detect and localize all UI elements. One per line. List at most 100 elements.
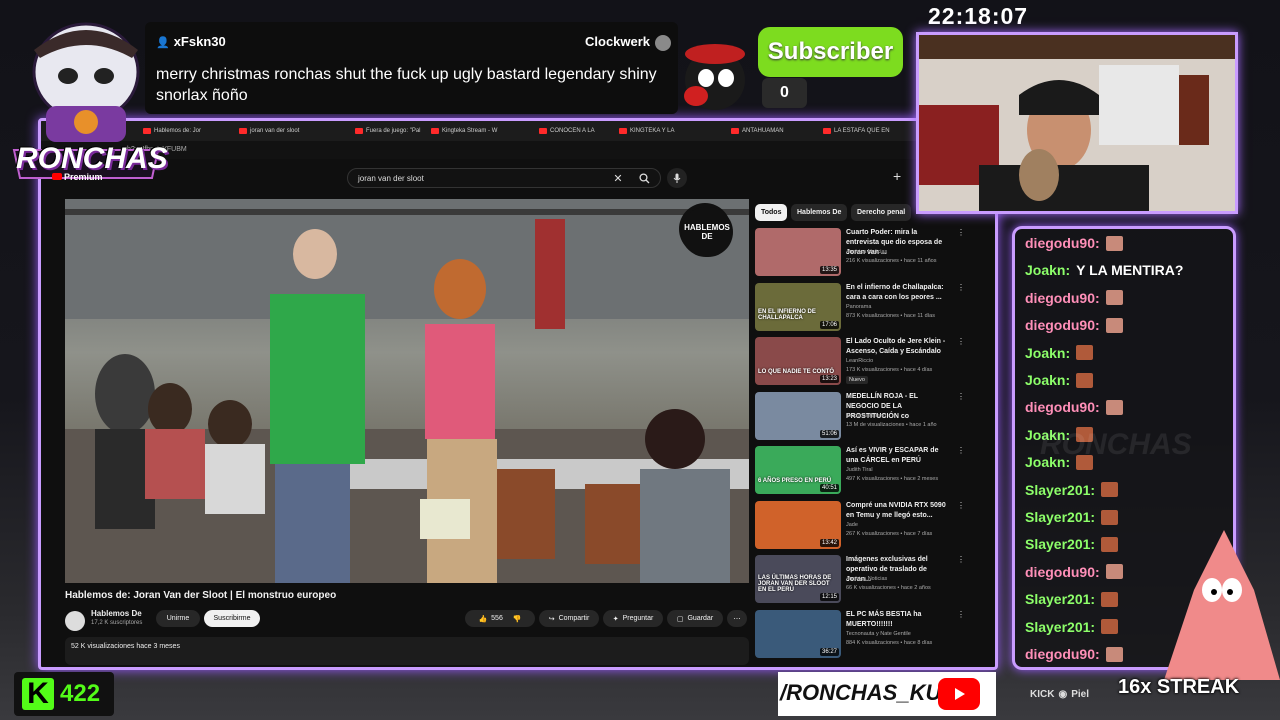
recommended-channel[interactable]: América Noticias (846, 249, 887, 255)
recommended-channel[interactable]: Judith Tiral (846, 467, 873, 473)
video-thumbnail[interactable]: 51:06 (755, 391, 841, 440)
filter-chip[interactable]: Todos (755, 204, 788, 221)
chat-username[interactable]: Slayer201: (1025, 591, 1095, 607)
subscriber-label: Subscriber (767, 38, 894, 65)
recommended-video[interactable]: LO QUE NADIE TE CONTÓ 13:23 El Lado Oculto… (755, 337, 965, 389)
thumbnail-text: EN EL INFIERNO DE CHALLAPALCA (758, 308, 816, 321)
recommended-video[interactable]: 6 AÑOS PRESO EN PERÚ 40:51 Así es VIVIR y … (755, 446, 965, 498)
recommended-video[interactable]: 51:06 MEDELLÍN ROJA - EL NEGOCIO DE LA PR… (755, 391, 965, 444)
premium-label: Premium (64, 172, 103, 182)
chat-message: diegodu90: (1025, 399, 1123, 415)
chat-username[interactable]: Slayer201: (1025, 482, 1095, 498)
chat-emote-icon (1076, 372, 1094, 388)
video-frame-image (65, 199, 749, 583)
browser-tab[interactable]: KINGTEKA Y LA (615, 124, 701, 138)
browser-tab[interactable]: CONOCEN A LA (535, 124, 621, 138)
chat-username[interactable]: Joakn: (1025, 372, 1070, 388)
more-options-icon[interactable]: ⋮ (957, 610, 965, 619)
tab-favicon-icon (239, 128, 247, 134)
browser-tab[interactable]: Fuera de juego: "Pal (351, 124, 437, 138)
description-box[interactable]: 52 K visualizaciones hace 3 meses (65, 637, 749, 665)
chat-username[interactable]: Slayer201: (1025, 536, 1095, 552)
webcam-feed (916, 32, 1238, 214)
recommended-channel[interactable]: Panorama (846, 304, 871, 310)
microphone-icon[interactable] (667, 168, 687, 188)
more-options-icon[interactable]: ⋮ (957, 446, 965, 455)
browser-tab[interactable]: ANTAHUAMAN (727, 124, 813, 138)
more-options-icon[interactable]: ⋮ (957, 283, 965, 292)
more-options-icon[interactable]: ⋮ (957, 337, 965, 346)
subscribe-button[interactable]: Suscribirme (204, 610, 260, 627)
save-button[interactable]: ▢ Guardar (667, 610, 723, 627)
chat-emote-icon (1105, 399, 1123, 415)
ask-button[interactable]: ✦ Preguntar (603, 610, 663, 627)
recommended-title[interactable]: EL PC MÁS BESTIA ha MUERTO!!!!!!! (846, 610, 952, 630)
recommended-title[interactable]: El Lado Oculto de Jere Klein - Ascenso, … (846, 337, 952, 357)
like-button[interactable]: 👍 556 👎 (465, 610, 535, 627)
create-icon[interactable]: + (893, 168, 913, 188)
video-duration: 12:15 (819, 593, 839, 601)
video-thumbnail[interactable]: 13:42 (755, 500, 841, 549)
more-options-icon[interactable]: ⋮ (957, 392, 965, 401)
more-actions-icon[interactable]: ⋯ (727, 610, 747, 627)
filter-chip[interactable]: Derecho penal (851, 204, 912, 221)
youtube-icon (938, 678, 980, 710)
video-player[interactable]: HABLEMOS DE (65, 199, 749, 583)
chat-username[interactable]: Slayer201: (1025, 619, 1095, 635)
recommended-channel[interactable]: Zazza el Italiano (846, 413, 886, 419)
channel-avatar[interactable] (65, 611, 85, 631)
chat-username[interactable]: diegodu90: (1025, 317, 1100, 333)
chat-username[interactable]: Slayer201: (1025, 509, 1095, 525)
chat-username[interactable]: diegodu90: (1025, 235, 1100, 251)
share-button[interactable]: ↪ Compartir (539, 610, 599, 627)
channel-watermark-logo: HABLEMOS DE (681, 207, 733, 257)
recommended-title[interactable]: Compré una NVIDIA RTX 5090 en Temu y me … (846, 501, 952, 521)
recommended-video[interactable]: EN EL INFIERNO DE CHALLAPALCA 17:06 En el … (755, 282, 965, 335)
more-options-icon[interactable]: ⋮ (957, 501, 965, 510)
recommended-meta: 267 K visualizaciones • hace 7 días (846, 530, 933, 537)
clear-search-icon[interactable]: ✕ (609, 168, 627, 188)
recommended-channel[interactable]: Jade (846, 522, 858, 528)
recommended-video[interactable]: 36:27 EL PC MÁS BESTIA ha MUERTO!!!!!!! Te… (755, 609, 965, 662)
views-line: 52 K visualizaciones hace 3 meses (71, 643, 180, 650)
recommended-channel[interactable]: América Noticias (846, 576, 887, 582)
recommended-meta: 497 K visualizaciones • hace 2 meses (846, 476, 939, 482)
recommended-title[interactable]: Así es VIVIR y ESCAPAR de una CÁRCEL en … (846, 446, 952, 466)
video-thumbnail[interactable]: 6 AÑOS PRESO EN PERÚ 40:51 (755, 446, 841, 494)
more-options-icon[interactable]: ⋮ (957, 228, 965, 237)
more-options-icon[interactable]: ⋮ (957, 555, 965, 564)
chat-username[interactable]: Joakn: (1025, 345, 1070, 361)
recommended-video[interactable]: 13:35 Cuarto Poder: mira la entrevista qu… (755, 228, 965, 280)
recommended-title[interactable]: En el infierno de Challapalca: cara a ca… (846, 283, 952, 303)
chat-username[interactable]: Joakn: (1025, 262, 1070, 278)
channel-name[interactable]: Hablemos De (91, 609, 142, 618)
video-thumbnail[interactable]: EN EL INFIERNO DE CHALLAPALCA 17:06 (755, 282, 841, 331)
chat-text: Y LA MENTIRA? (1076, 262, 1184, 279)
recommended-meta: 173 K visualizaciones • hace 4 días (846, 367, 933, 373)
recommended-video[interactable]: 13:42 Compré una NVIDIA RTX 5090 en Temu … (755, 500, 965, 553)
social-kick-text: KICK (1030, 689, 1055, 700)
highlight-username-text: xFskn30 (173, 34, 226, 49)
recommended-channel[interactable]: Tecnonauta y Nate Gentile (846, 631, 911, 637)
video-thumbnail[interactable]: LO QUE NADIE TE CONTÓ 13:23 (755, 337, 841, 385)
search-icon[interactable] (629, 168, 659, 188)
video-thumbnail[interactable]: LAS ÚLTIMAS HORAS DE JORAN VAN DER SLOOT… (755, 555, 841, 603)
video-thumbnail[interactable]: 36:27 (755, 609, 841, 658)
browser-tab[interactable]: joran van der sloot (235, 124, 321, 138)
chat-emote-icon (1105, 290, 1123, 306)
chat-username[interactable]: diegodu90: (1025, 564, 1100, 580)
browser-tab[interactable]: Kingteka Stream - W (427, 124, 513, 138)
recommended-channel[interactable]: LeanRiccio (846, 358, 873, 364)
chat-message: Joakn: Y LA MENTIRA? (1025, 262, 1183, 278)
filter-chip[interactable]: Hablemos De (791, 204, 848, 221)
sparkle-icon: ✦ (612, 615, 619, 623)
recommended-video[interactable]: LAS ÚLTIMAS HORAS DE JORAN VAN DER SLOOT… (755, 555, 965, 607)
video-thumbnail[interactable]: 13:35 (755, 228, 841, 276)
address-bar[interactable]: h?v=Ifbm0-YFUBM (41, 141, 995, 159)
chat-username[interactable]: diegodu90: (1025, 290, 1100, 306)
browser-tab[interactable]: LA ESTAFA QUE EN (819, 124, 905, 138)
video-duration: 40:51 (819, 484, 839, 492)
chat-username[interactable]: diegodu90: (1025, 399, 1100, 415)
join-button[interactable]: Unirme (156, 610, 200, 627)
chat-username[interactable]: diegodu90: (1025, 646, 1100, 662)
